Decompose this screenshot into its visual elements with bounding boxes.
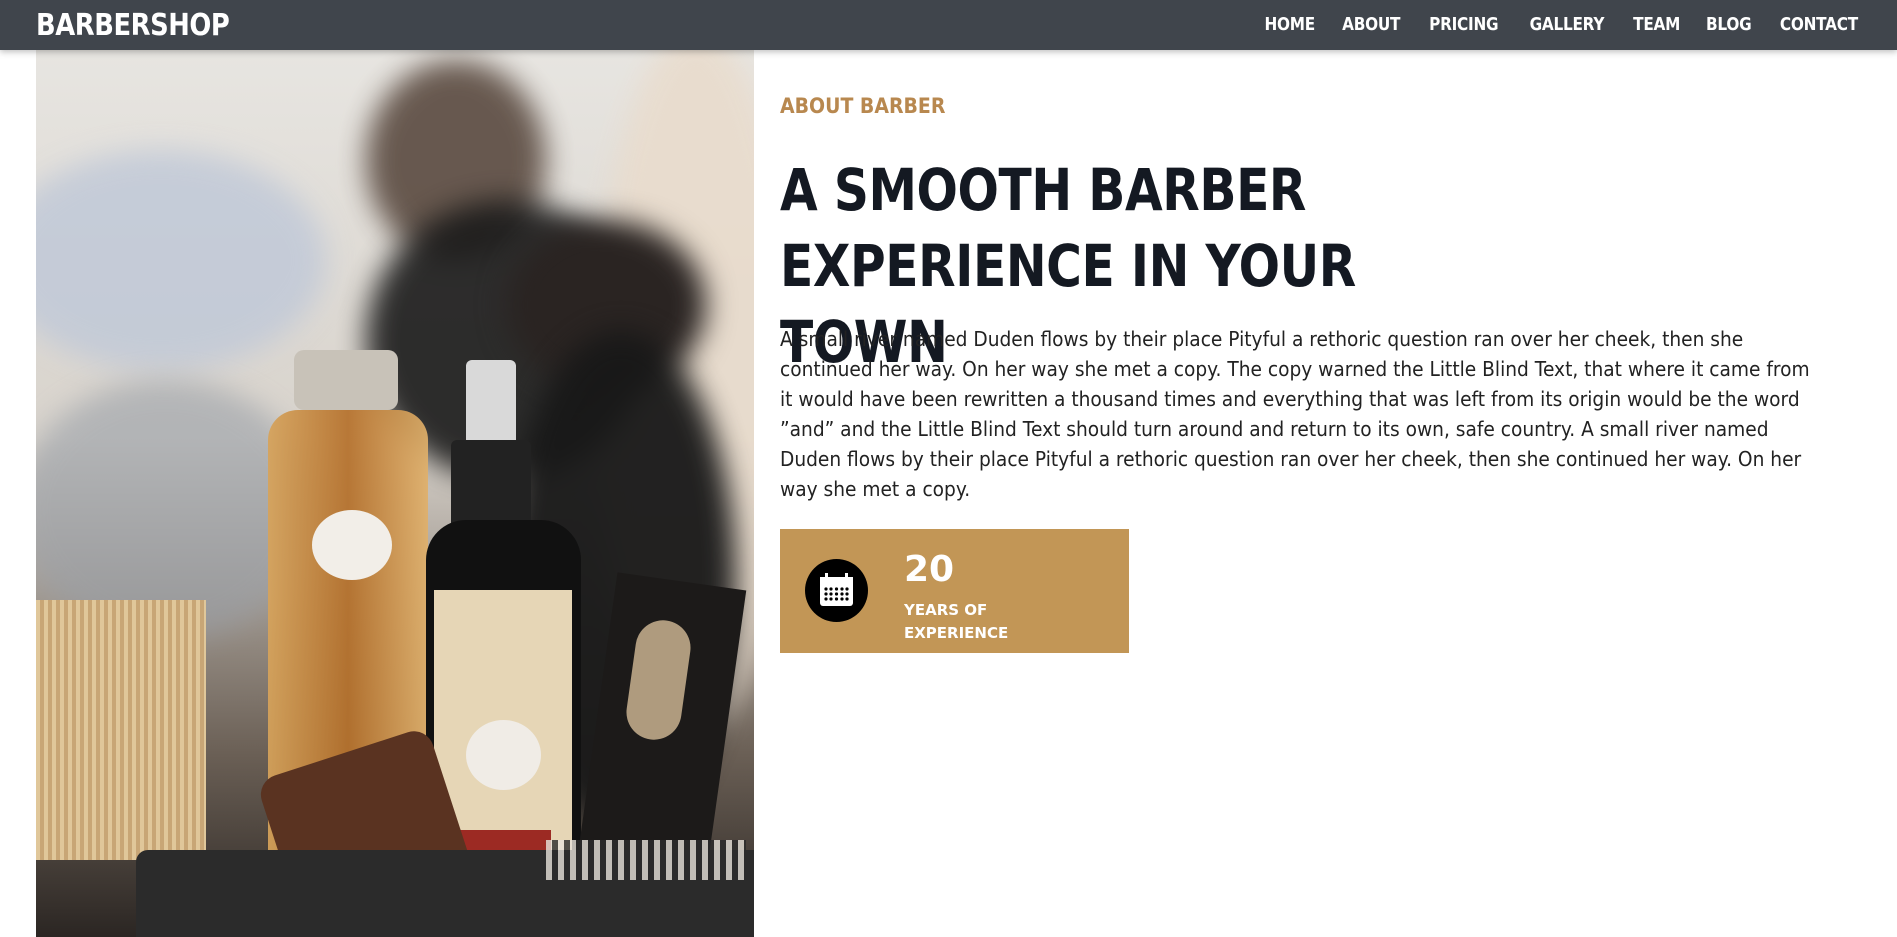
years-label-line1: YEARS OF [904,601,988,619]
about-paragraph: A small river named Duden flows by their… [780,327,1810,501]
top-navbar: BARBERSHOP HOME ABOUT PRICING GALLERY TE… [0,0,1897,50]
nav-item-contact[interactable]: CONTACT [1780,14,1858,35]
years-label-line2: EXPERIENCE [904,624,1009,642]
about-heading-line1: A SMOOTH BARBER [780,156,1307,224]
calendar-icon [805,559,868,622]
nav-item-home[interactable]: HOME [1264,14,1315,35]
years-label: YEARS OF EXPERIENCE [904,599,1044,645]
nav-item-gallery[interactable]: GALLERY [1529,14,1604,35]
nav-item-about[interactable]: ABOUT [1342,14,1400,35]
nav-item-blog[interactable]: BLOG [1706,14,1752,35]
nav-item-pricing[interactable]: PRICING [1429,14,1498,35]
nav-item-team[interactable]: TEAM [1633,14,1680,35]
barber-products-photo [36,30,754,937]
brand-logo-link[interactable]: BARBERSHOP [36,8,230,43]
about-subtitle: ABOUT BARBER [780,94,946,118]
years-number: 20 [904,549,955,590]
main-nav-menu: HOME ABOUT PRICING GALLERY TEAM BLOG CON… [1260,14,1865,35]
experience-stat-box: 20 YEARS OF EXPERIENCE [780,529,1129,653]
